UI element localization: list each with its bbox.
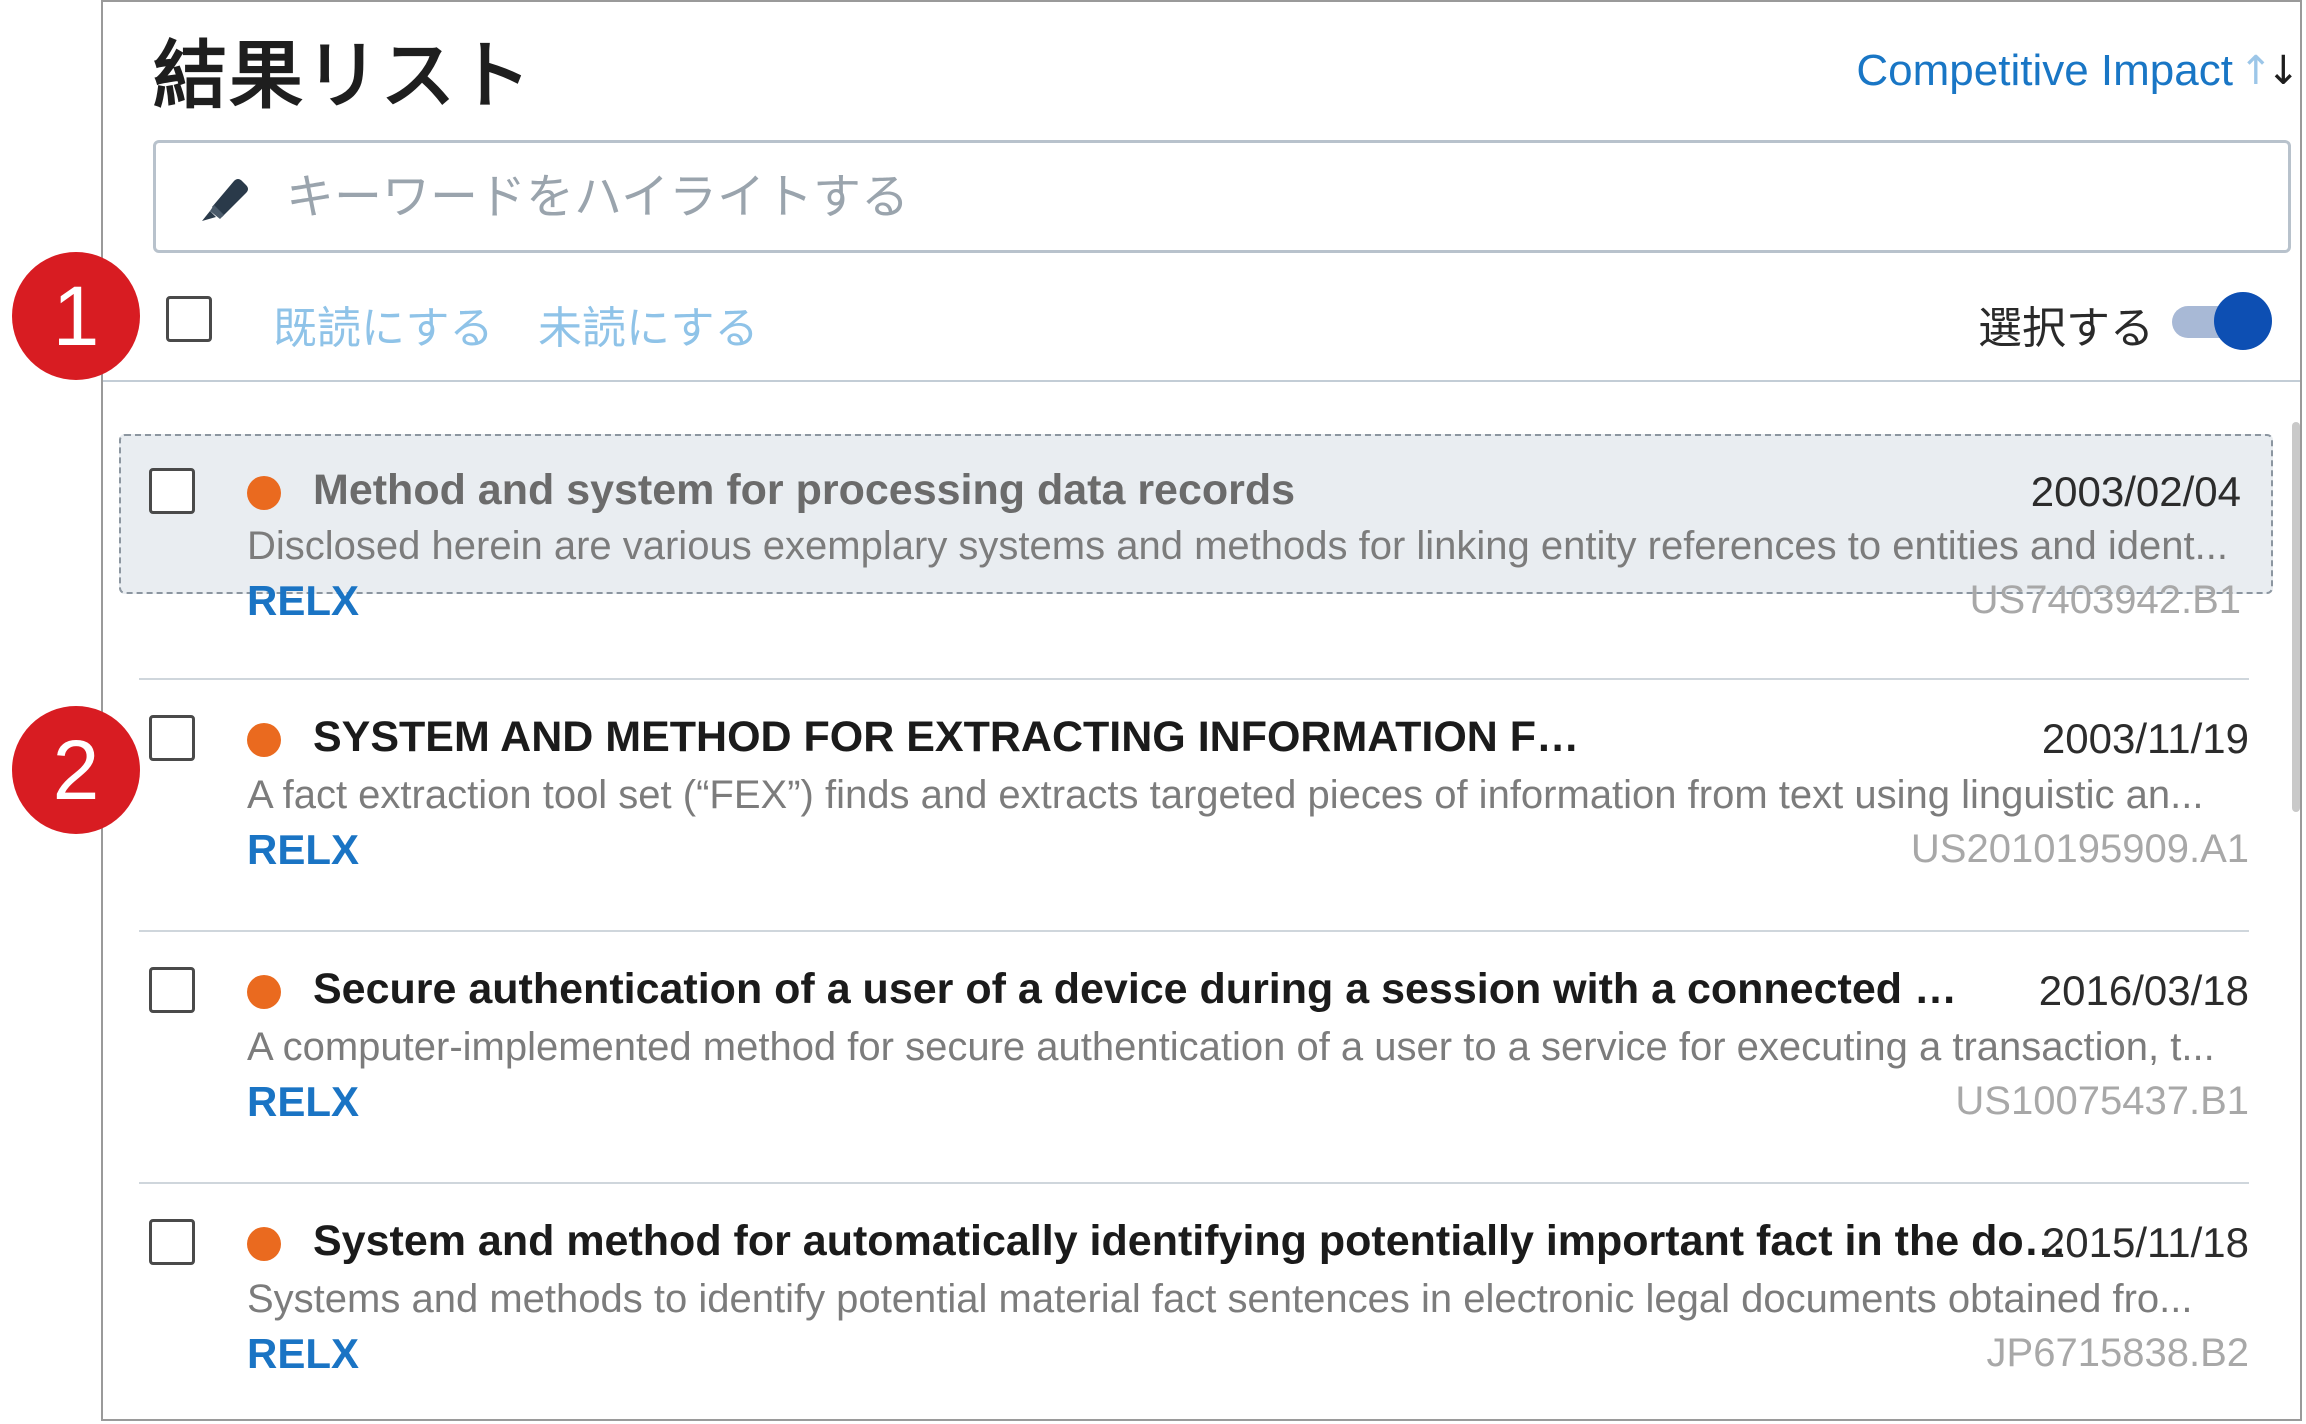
unread-dot-icon	[247, 975, 281, 1009]
sort-control[interactable]: Competitive Impact ↑↓	[1856, 46, 2300, 96]
mark-read-button[interactable]: 既読にする	[273, 292, 493, 356]
result-date: 2003/02/04	[2030, 468, 2241, 515]
result-checkbox[interactable]	[149, 1219, 195, 1265]
result-title[interactable]: Secure authentication of a user of a dev…	[313, 965, 1973, 1014]
sort-arrows-icon[interactable]: ↑↓	[2239, 48, 2300, 94]
sort-label[interactable]: Competitive Impact	[1856, 46, 2233, 96]
result-patent-number: US7403942.B1	[1969, 578, 2241, 622]
result-source[interactable]: RELX	[247, 1078, 359, 1126]
toggle-knob	[2214, 292, 2272, 350]
result-item[interactable]: SYSTEM AND METHOD FOR EXTRACTING INFORMA…	[139, 688, 2249, 928]
result-abstract: Systems and methods to identify potentia…	[247, 1277, 2193, 1321]
result-patent-number: US10075437.B1	[1955, 1079, 2249, 1123]
keyword-highlight-search[interactable]	[153, 140, 2291, 253]
unread-dot-icon	[247, 723, 281, 757]
result-source[interactable]: RELX	[247, 1330, 359, 1378]
results-scrollbar[interactable]	[2292, 422, 2300, 812]
select-all-checkbox[interactable]	[166, 296, 212, 342]
result-date: 2003/11/19	[2041, 715, 2249, 762]
result-item[interactable]: Method and system for processing data re…	[119, 434, 2273, 624]
screenshot-stage: 結果リスト Competitive Impact ↑↓ 既読にする 未読にする …	[0, 0, 2306, 1424]
result-checkbox[interactable]	[149, 715, 195, 761]
item-divider	[139, 678, 2249, 680]
unread-dot-icon	[247, 1227, 281, 1261]
result-date: 2015/11/18	[2041, 1219, 2249, 1266]
result-title[interactable]: SYSTEM AND METHOD FOR EXTRACTING INFORMA…	[313, 713, 1603, 762]
result-title[interactable]: System and method for automatically iden…	[313, 1217, 2073, 1266]
result-list-panel: 結果リスト Competitive Impact ↑↓ 既読にする 未読にする …	[101, 0, 2302, 1421]
annotation-badge-2: 2	[12, 706, 140, 834]
mark-unread-button[interactable]: 未読にする	[538, 292, 758, 356]
result-item[interactable]: System and method for automatically iden…	[139, 1192, 2249, 1419]
annotation-badge-1: 1	[12, 252, 140, 380]
result-abstract: A fact extraction tool set (“FEX”) finds…	[247, 773, 2204, 817]
select-toggle[interactable]	[2172, 292, 2272, 350]
item-divider	[139, 930, 2249, 932]
result-source[interactable]: RELX	[247, 577, 359, 625]
item-divider	[139, 1182, 2249, 1184]
result-checkbox[interactable]	[149, 967, 195, 1013]
unread-dot-icon	[247, 476, 281, 510]
result-source[interactable]: RELX	[247, 826, 359, 874]
highlighter-icon	[202, 178, 248, 221]
result-title[interactable]: Method and system for processing data re…	[313, 466, 1613, 515]
keyword-input[interactable]	[284, 167, 2188, 226]
result-patent-number: JP6715838.B2	[1986, 1331, 2249, 1375]
result-patent-number: US2010195909.A1	[1910, 827, 2249, 871]
result-abstract: A computer-implemented method for secure…	[247, 1025, 2215, 1069]
select-toggle-label: 選択する	[1978, 303, 2154, 354]
result-checkbox[interactable]	[149, 468, 195, 514]
page-title: 結果リスト	[153, 33, 533, 119]
result-date: 2016/03/18	[2038, 967, 2249, 1014]
result-item[interactable]: Secure authentication of a user of a dev…	[139, 940, 2249, 1180]
list-toolbar: 既読にする 未読にする 選択する	[103, 272, 2300, 382]
result-abstract: Disclosed herein are various exemplary s…	[247, 524, 2228, 568]
